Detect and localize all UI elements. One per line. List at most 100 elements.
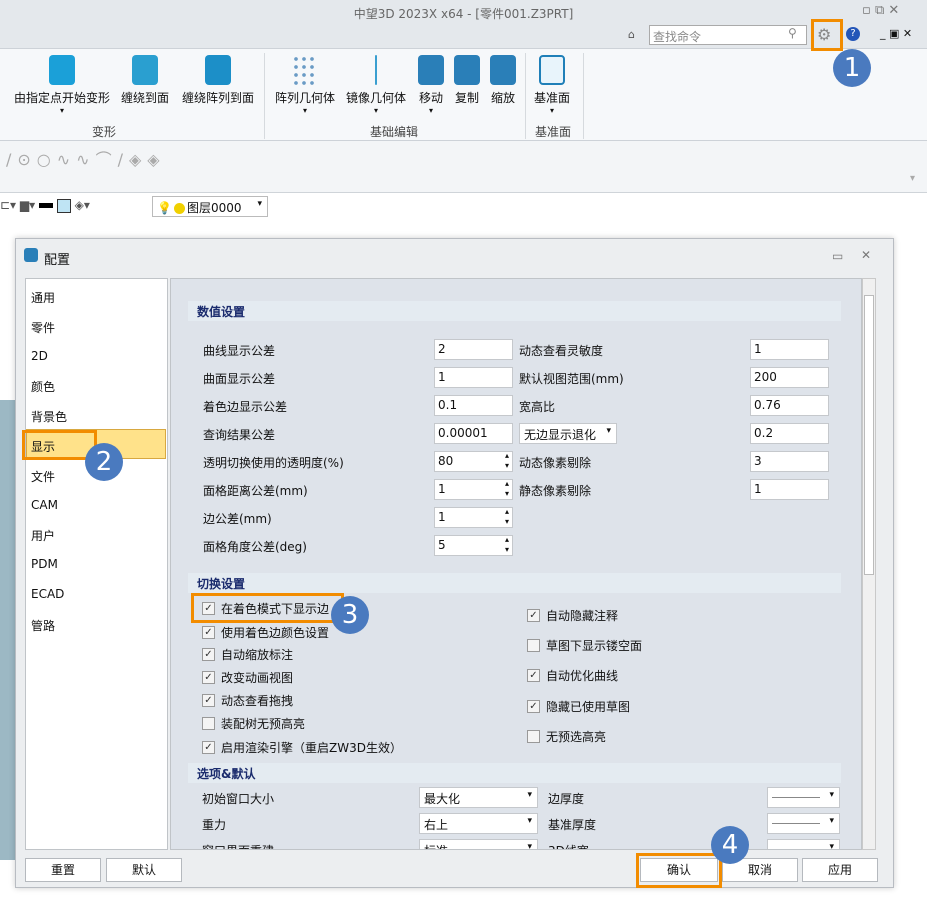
numeric-input[interactable]: 0.1 bbox=[434, 395, 513, 416]
sketch-tool-icons[interactable]: /⊙○∿∿⌒/◈◈ bbox=[6, 146, 166, 170]
checkbox-item[interactable]: ✓ 自动隐藏注释 bbox=[527, 607, 618, 624]
vertical-scrollbar[interactable] bbox=[862, 278, 876, 850]
numeric-input[interactable]: 1 bbox=[750, 479, 829, 500]
checkbox-item[interactable]: ✓ 启用渲染引擎（重启ZW3D生效） bbox=[202, 739, 402, 756]
sidebar-item-11[interactable]: 管路 bbox=[31, 617, 55, 634]
sidebar-item-1[interactable]: 零件 bbox=[31, 319, 55, 336]
sidebar-item-4[interactable]: 背景色 bbox=[31, 408, 67, 425]
option-label: 重力 bbox=[202, 818, 227, 832]
numeric-input[interactable]: 0.76 bbox=[750, 395, 829, 416]
line-thickness-select[interactable] bbox=[767, 813, 840, 834]
datum-plane-button[interactable]: 基准面 ▾ bbox=[534, 55, 570, 115]
checkbox-item[interactable]: 无预选高亮 bbox=[527, 728, 606, 745]
option-select[interactable]: 最大化 bbox=[419, 787, 538, 808]
pattern-icon bbox=[292, 55, 318, 85]
mirror-geometry-button[interactable]: 镜像几何体 ▾ bbox=[346, 55, 406, 115]
checkbox[interactable]: ✓ bbox=[202, 671, 215, 684]
numeric-input[interactable]: 1 bbox=[434, 507, 513, 528]
checkbox-item[interactable]: ✓ 隐藏已使用草图 bbox=[527, 698, 630, 715]
mirror-icon bbox=[375, 55, 377, 85]
numeric-input[interactable]: 2 bbox=[434, 339, 513, 360]
numeric-input[interactable]: 0.00001 bbox=[434, 423, 513, 444]
checkbox[interactable]: ✓ bbox=[527, 669, 540, 683]
sidebar-item-10[interactable]: ECAD bbox=[31, 587, 64, 601]
checkbox-item[interactable]: ✓ 动态查看拖拽 bbox=[202, 692, 293, 709]
checkbox[interactable]: ✓ bbox=[527, 609, 540, 622]
checkbox[interactable] bbox=[202, 717, 215, 730]
display-toolbar[interactable]: ⊏▾ ▆▾ ◈▾ bbox=[0, 198, 90, 213]
checkbox[interactable]: ✓ bbox=[202, 741, 215, 754]
numeric-label: 查询结果公差 bbox=[203, 428, 276, 442]
highlight-ok bbox=[636, 853, 722, 888]
numeric-input[interactable]: 80 bbox=[434, 451, 513, 472]
checkbox-label: 无预选高亮 bbox=[546, 729, 607, 744]
checkbox-label: 自动缩放标注 bbox=[221, 648, 294, 662]
toolbar-expand-icon[interactable]: ▾ bbox=[910, 173, 915, 184]
collapse-ribbon-icon[interactable]: ⌂ bbox=[628, 28, 635, 41]
sidebar-item-3[interactable]: 颜色 bbox=[31, 378, 55, 395]
wrap-pattern-button[interactable]: 缠绕阵列到面 bbox=[182, 55, 254, 106]
numeric-input[interactable]: 1 bbox=[434, 479, 513, 500]
sidebar-item-8[interactable]: 用户 bbox=[31, 527, 55, 544]
numeric-input[interactable]: 200 bbox=[750, 367, 829, 388]
window-controls[interactable]: ▫ ⧉ ✕ bbox=[862, 3, 899, 18]
checkbox[interactable] bbox=[527, 729, 540, 743]
checkbox-item[interactable]: ✓ 自动优化曲线 bbox=[527, 667, 618, 684]
display-settings-panel: 数值设置 切换设置 选项&默认 曲线显示公差 2 曲面显示公差 1 着色边显示公差 0.1… bbox=[170, 278, 862, 850]
scale-icon bbox=[490, 55, 516, 85]
search-icon[interactable]: ⚲ bbox=[788, 26, 797, 40]
comment-icon[interactable]: ▭ bbox=[832, 249, 843, 263]
checkbox[interactable]: ✓ bbox=[527, 699, 540, 713]
scroll-thumb[interactable] bbox=[864, 295, 874, 575]
sidebar-item-2[interactable]: 2D bbox=[31, 349, 48, 363]
option-label: 基准厚度 bbox=[548, 818, 597, 832]
deform-from-point-button[interactable]: 由指定点开始变形 ▾ bbox=[14, 55, 110, 115]
doc-window-controls[interactable]: _ ▣ ✕ bbox=[880, 27, 912, 40]
move-button[interactable]: 移动 ▾ bbox=[418, 55, 444, 115]
option-select[interactable]: 右上 bbox=[419, 813, 538, 834]
sidebar-item-0[interactable]: 通用 bbox=[31, 289, 55, 306]
scale-button[interactable]: 缩放 bbox=[490, 55, 516, 106]
line-thickness-select[interactable] bbox=[767, 787, 840, 808]
checkbox-item[interactable]: ✓ 自动缩放标注 bbox=[202, 646, 293, 663]
option-label: 3D线宽 bbox=[548, 842, 589, 849]
close-icon[interactable]: ✕ bbox=[861, 248, 871, 262]
default-button[interactable]: 默认 bbox=[106, 858, 182, 882]
numeric-label: 动态查看灵敏度 bbox=[519, 344, 604, 358]
line-thickness-select[interactable] bbox=[767, 839, 840, 850]
layer-select[interactable]: 💡 图层0000 ▾ bbox=[152, 196, 268, 217]
checkbox[interactable]: ✓ bbox=[202, 626, 215, 639]
checkbox-label: 自动隐藏注释 bbox=[546, 609, 619, 623]
line-sample bbox=[772, 823, 820, 824]
sidebar-item-7[interactable]: CAM bbox=[31, 498, 58, 512]
highlight-gear bbox=[811, 19, 843, 51]
checkbox-item[interactable]: 草图下显示镂空面 bbox=[527, 637, 642, 654]
group-deform-label: 变形 bbox=[92, 125, 117, 139]
sidebar-item-6[interactable]: 文件 bbox=[31, 468, 55, 485]
numeric-input[interactable]: 1 bbox=[434, 367, 513, 388]
checkbox-item[interactable]: 装配树无预高亮 bbox=[202, 715, 305, 732]
checkbox-item[interactable]: ✓ 使用着色边颜色设置 bbox=[202, 624, 329, 641]
option-select[interactable]: 标准 bbox=[419, 839, 538, 849]
help-icon[interactable]: ? bbox=[846, 27, 860, 41]
edge-degrade-select[interactable]: 无边显示退化 bbox=[519, 423, 617, 444]
group-basic-edit-label: 基础编辑 bbox=[370, 125, 419, 139]
checkbox[interactable] bbox=[527, 639, 540, 653]
apply-button[interactable]: 应用 bbox=[802, 858, 878, 882]
copy-button[interactable]: 复制 bbox=[454, 55, 480, 106]
checkbox[interactable]: ✓ bbox=[202, 648, 215, 661]
checkbox[interactable]: ✓ bbox=[202, 694, 215, 707]
search-command-input[interactable]: 查找命令 bbox=[649, 25, 807, 45]
line-sample bbox=[772, 849, 820, 850]
wrap-to-face-button[interactable]: 缠绕到面 bbox=[121, 55, 169, 106]
reset-button[interactable]: 重置 bbox=[25, 858, 101, 882]
pattern-geometry-button[interactable]: 阵列几何体 ▾ bbox=[275, 55, 335, 115]
numeric-input[interactable]: 5 bbox=[434, 535, 513, 556]
numeric-input[interactable]: 0.2 bbox=[750, 423, 829, 444]
option-label: 初始窗口大小 bbox=[202, 792, 275, 806]
numeric-input[interactable]: 3 bbox=[750, 451, 829, 472]
app-logo-icon bbox=[24, 248, 38, 262]
numeric-input[interactable]: 1 bbox=[750, 339, 829, 360]
checkbox-item[interactable]: ✓ 改变动画视图 bbox=[202, 669, 293, 686]
sidebar-item-9[interactable]: PDM bbox=[31, 557, 58, 571]
